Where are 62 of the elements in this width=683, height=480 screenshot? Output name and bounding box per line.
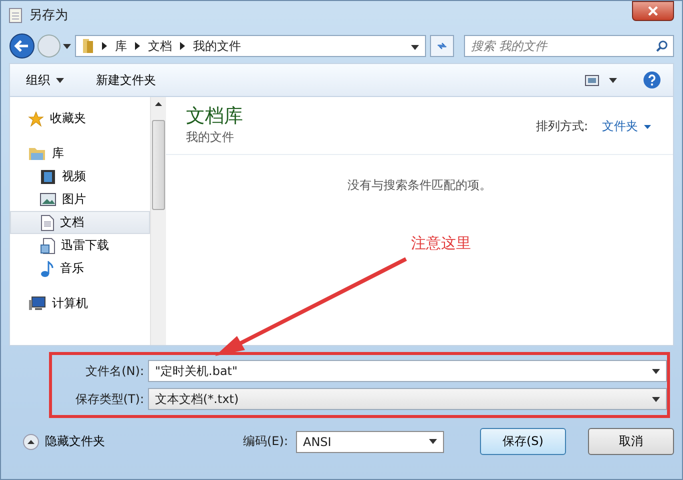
sort-dropdown[interactable]: 文件夹 bbox=[596, 117, 657, 136]
field-label: 保存类型(T): bbox=[74, 390, 144, 408]
scrollbar[interactable] bbox=[150, 97, 166, 345]
document-icon bbox=[40, 238, 55, 254]
search-icon bbox=[656, 40, 668, 52]
sidebar-item[interactable]: 迅雷下载 bbox=[10, 234, 150, 257]
view-icon[interactable] bbox=[585, 74, 599, 86]
view-caret-icon bbox=[609, 78, 617, 82]
hide-folders-button[interactable]: 隐藏文件夹 bbox=[17, 432, 111, 451]
star-icon bbox=[28, 110, 44, 126]
library-subtitle: 我的文件 bbox=[186, 129, 235, 146]
history-caret-icon bbox=[63, 44, 71, 48]
caret-icon bbox=[652, 368, 660, 374]
breadcrumb-arrow-icon bbox=[102, 42, 107, 50]
address-bar[interactable]: 库 文档 我的文件 bbox=[75, 35, 426, 57]
breadcrumb[interactable]: 我的文件 bbox=[193, 38, 241, 54]
type-dropdown[interactable]: 文本文档(*.txt) bbox=[148, 388, 667, 410]
toolbar-button[interactable]: 新建文件夹 bbox=[92, 70, 160, 90]
sidebar-item[interactable]: 图片 bbox=[10, 188, 150, 211]
caret-icon bbox=[429, 439, 437, 444]
sidebar-item[interactable]: 文档 bbox=[10, 211, 150, 234]
folder-icon bbox=[82, 38, 94, 54]
breadcrumb-arrow-icon bbox=[180, 42, 185, 50]
sidebar-item[interactable]: 视频 bbox=[10, 165, 150, 188]
document-icon bbox=[41, 214, 54, 230]
close-icon bbox=[648, 6, 658, 16]
folder-icon bbox=[28, 146, 46, 161]
dropdown-caret-icon bbox=[411, 45, 419, 50]
breadcrumb-arrow-icon bbox=[135, 42, 140, 50]
caret-icon bbox=[652, 396, 660, 402]
sidebar-item[interactable]: 计算机 bbox=[10, 292, 150, 315]
caret-icon bbox=[644, 124, 651, 128]
window-title: 另存为 bbox=[29, 7, 68, 24]
caret-icon bbox=[56, 78, 64, 82]
sidebar-item[interactable]: 库 bbox=[10, 142, 150, 165]
cancel-button[interactable]: 取消 bbox=[588, 428, 674, 455]
picture-icon bbox=[40, 193, 56, 206]
film-icon bbox=[40, 168, 56, 184]
notepad-icon bbox=[9, 7, 23, 23]
music-note-icon bbox=[40, 260, 54, 276]
back-button[interactable] bbox=[9, 33, 35, 59]
toolbar-button[interactable]: 组织 bbox=[22, 70, 68, 90]
sidebar-item[interactable]: 收藏夹 bbox=[10, 107, 150, 130]
close-button[interactable] bbox=[632, 1, 674, 21]
field-label: 文件名(N): bbox=[84, 362, 144, 380]
annotation-text: 注意这里 bbox=[411, 234, 471, 253]
empty-message: 没有与搜索条件匹配的项。 bbox=[346, 177, 492, 194]
computer-icon bbox=[28, 296, 46, 312]
library-title: 文档库 bbox=[186, 104, 243, 129]
sort-label: 排列方式: bbox=[536, 118, 588, 135]
breadcrumb[interactable]: 库 bbox=[115, 38, 127, 54]
filename-field[interactable]: "定时关机.bat" bbox=[148, 360, 667, 382]
help-icon[interactable] bbox=[643, 71, 661, 89]
sidebar-item[interactable]: 音乐 bbox=[10, 257, 150, 280]
refresh-button[interactable] bbox=[430, 35, 454, 57]
scroll-up-arrow-icon[interactable] bbox=[155, 102, 162, 106]
breadcrumb[interactable]: 文档 bbox=[148, 38, 172, 54]
save-button[interactable]: 保存(S) bbox=[480, 428, 566, 455]
refresh-icon bbox=[437, 40, 447, 52]
search-field[interactable]: 搜索 我的文件 bbox=[464, 35, 674, 57]
encoding-label: 编码(E): bbox=[243, 433, 288, 450]
encoding-dropdown[interactable]: ANSI bbox=[296, 430, 444, 452]
